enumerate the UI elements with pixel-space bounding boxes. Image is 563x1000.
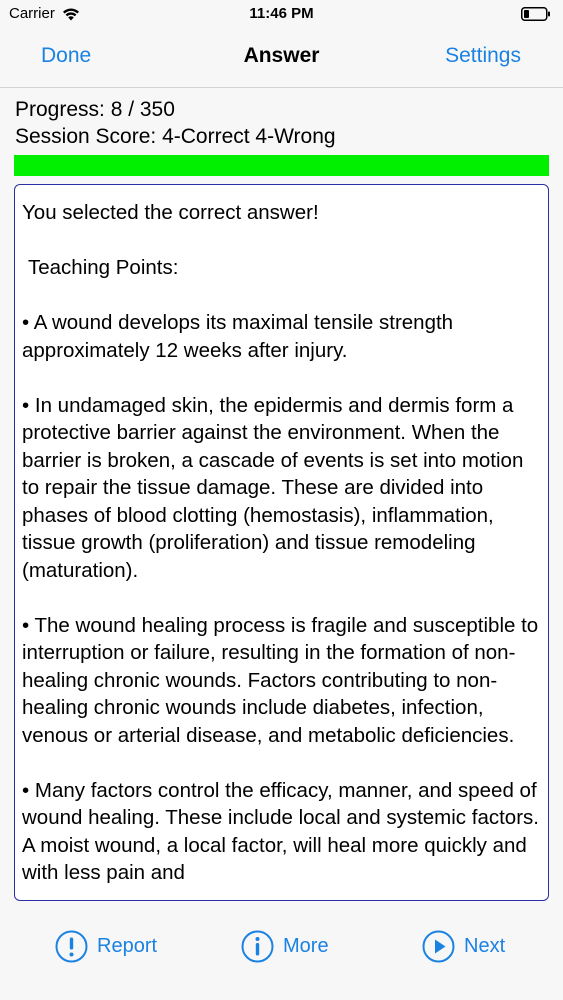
status-bar: Carrier 11:46 PM [0, 0, 563, 30]
next-label: Next [464, 935, 506, 957]
answer-result: You selected the correct answer! [22, 201, 319, 224]
next-button[interactable]: Next [422, 930, 505, 963]
teaching-point: • The wound healing process is fragile a… [22, 613, 539, 747]
bottom-toolbar: Report More Next [0, 915, 563, 981]
teaching-point: • Many factors control the efficacy, man… [22, 778, 539, 885]
teaching-points-heading: Teaching Points: [28, 256, 179, 279]
progress-bar [14, 155, 549, 176]
session-score: Session Score: 4-Correct 4-Wrong [15, 125, 336, 148]
teaching-point: • In undamaged skin, the epidermis and d… [22, 393, 524, 582]
progress-count: Progress: 8 / 350 [15, 98, 175, 121]
progress-bar-fill [14, 155, 549, 176]
status-time: 11:46 PM [249, 5, 314, 22]
report-button[interactable]: Report [55, 930, 157, 963]
play-circle-icon [422, 930, 455, 963]
battery-icon [521, 7, 550, 21]
answer-content: You selected the correct answer! Teachin… [15, 185, 548, 887]
info-circle-icon [241, 930, 274, 963]
navigation-bar: Done Answer Settings [0, 30, 563, 88]
exclamation-circle-icon [55, 930, 88, 963]
more-label: More [283, 935, 329, 957]
report-label: Report [97, 935, 158, 957]
settings-button[interactable]: Settings [445, 44, 521, 68]
answer-text-view[interactable]: You selected the correct answer! Teachin… [14, 184, 549, 901]
more-button[interactable]: More [241, 930, 329, 963]
teaching-point: • A wound develops its maximal tensile s… [22, 311, 454, 362]
